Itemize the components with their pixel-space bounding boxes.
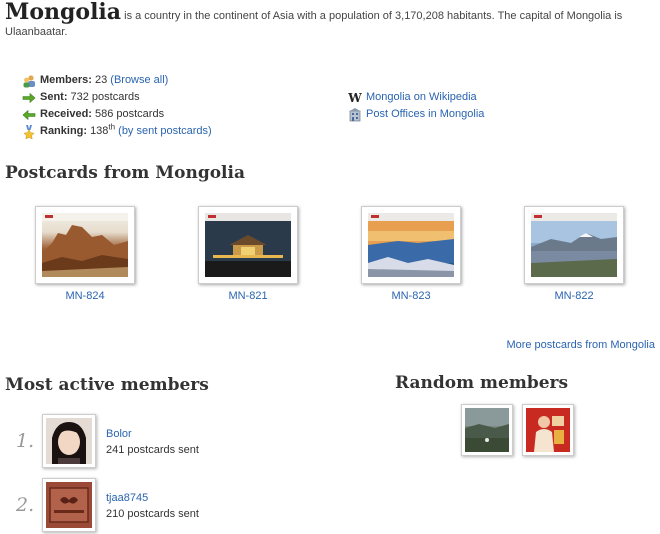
postcards-section-title: Postcards from Mongolia: [5, 163, 245, 183]
stat-sent: Sent: 732 postcards: [22, 89, 342, 106]
random-member-avatar[interactable]: [522, 404, 574, 456]
postcard-thumbnail[interactable]: [198, 206, 298, 284]
ranking-value: 138th: [90, 122, 116, 137]
wikipedia-w-icon: W: [348, 90, 362, 105]
avatar[interactable]: [42, 414, 96, 468]
stat-members: Members: 23 (Browse all): [22, 72, 342, 89]
most-active-members-title: Most active members: [5, 375, 209, 395]
member-rank: 1.: [16, 430, 35, 452]
browse-all-link[interactable]: (Browse all): [110, 72, 168, 89]
postcard-thumbnail[interactable]: [524, 206, 624, 284]
member-sent-count: 210 postcards sent: [106, 508, 199, 520]
member-name-link[interactable]: Bolor: [106, 428, 132, 440]
members-count: 23: [94, 74, 108, 86]
postcard-item[interactable]: MN-822: [524, 206, 624, 302]
postcard-item[interactable]: MN-823: [361, 206, 461, 302]
postcard-item[interactable]: MN-824: [35, 206, 135, 302]
more-postcards-link[interactable]: More postcards from Mongolia: [506, 339, 655, 351]
stat-ranking: Ranking: 138th (by sent postcards): [22, 123, 342, 140]
ranking-by-sent-link[interactable]: (by sent postcards): [118, 123, 212, 140]
postcard-thumbnail[interactable]: [35, 206, 135, 284]
sent-count: 732 postcards: [70, 91, 140, 103]
random-members-title: Random members: [395, 373, 569, 393]
country-stats: Members: 23 (Browse all) Sent: 732 postc…: [22, 72, 342, 140]
post-offices-link[interactable]: Post Offices in Mongolia: [366, 106, 484, 123]
member-name-link[interactable]: tjaa8745: [106, 492, 148, 504]
building-icon: [348, 107, 362, 122]
green-arrow-left-icon: [22, 108, 36, 122]
country-title: Mongolia: [5, 0, 122, 25]
postcard-item[interactable]: MN-821: [198, 206, 298, 302]
members-icon: [22, 74, 36, 88]
member-sent-count: 241 postcards sent: [106, 444, 199, 456]
postcard-id-link[interactable]: MN-823: [361, 290, 461, 302]
avatar[interactable]: [42, 478, 96, 532]
external-links: W Mongolia on Wikipedia Post Offices in …: [348, 89, 484, 123]
postcard-thumbnail[interactable]: [361, 206, 461, 284]
postcard-id-link[interactable]: MN-824: [35, 290, 135, 302]
random-member-avatar[interactable]: [461, 404, 513, 456]
stat-received: Received: 586 postcards: [22, 106, 342, 123]
green-arrow-right-icon: [22, 91, 36, 105]
postcard-id-link[interactable]: MN-821: [198, 290, 298, 302]
received-count: 586 postcards: [94, 108, 165, 120]
member-rank: 2.: [16, 494, 35, 516]
postcard-id-link[interactable]: MN-822: [524, 290, 624, 302]
country-header: Mongolia is a country in the continent o…: [5, 1, 645, 40]
star-medal-icon: [22, 124, 36, 139]
wikipedia-link[interactable]: Mongolia on Wikipedia: [366, 89, 477, 106]
